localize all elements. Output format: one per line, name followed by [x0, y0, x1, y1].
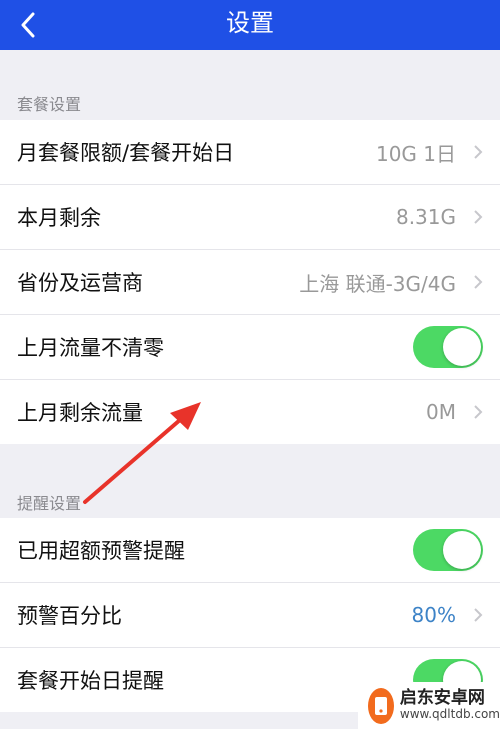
row-title: 月套餐限额/套餐开始日	[17, 141, 235, 165]
row-title: 省份及运营商	[17, 271, 143, 295]
row-value: 上海 联通-3G/4G	[299, 271, 456, 296]
row-title: 预警百分比	[17, 604, 122, 628]
rollover-toggle[interactable]	[413, 326, 483, 368]
watermark-logo-icon	[368, 687, 394, 724]
toggle-knob	[443, 531, 481, 569]
watermark-name: 启东安卓网	[399, 688, 485, 709]
toggle-knob	[443, 328, 481, 366]
nav-bar: 设置	[0, 0, 500, 50]
row-value: 10G 1日	[375, 141, 456, 166]
chevron-right-icon	[474, 275, 483, 289]
chevron-right-icon	[474, 145, 483, 159]
section-label-plan: 套餐设置	[17, 95, 82, 114]
row-value: 80%	[411, 603, 456, 627]
chevron-right-icon	[474, 405, 483, 419]
row-rollover-toggle: 上月流量不清零	[0, 315, 500, 380]
row-title: 套餐开始日提醒	[17, 669, 164, 693]
chevron-right-icon	[474, 608, 483, 622]
watermark: 启东安卓网 www.qdltdb.com	[358, 682, 500, 729]
row-value: 8.31G	[395, 205, 456, 229]
watermark-url: www.qdltdb.com	[399, 707, 500, 722]
row-alert-percentage[interactable]: 预警百分比 80%	[0, 583, 500, 648]
section-label-reminder: 提醒设置	[17, 494, 82, 513]
chevron-right-icon	[474, 210, 483, 224]
row-province-carrier[interactable]: 省份及运营商 上海 联通-3G/4G	[0, 250, 500, 315]
row-title: 上月剩余流量	[17, 401, 143, 425]
row-value: 0M	[426, 400, 456, 424]
row-title: 本月剩余	[17, 206, 101, 230]
row-monthly-limit[interactable]: 月套餐限额/套餐开始日 10G 1日	[0, 120, 500, 185]
row-remaining-this-month[interactable]: 本月剩余 8.31G	[0, 185, 500, 250]
row-last-month-remaining[interactable]: 上月剩余流量 0M	[0, 380, 500, 444]
plan-settings-group: 月套餐限额/套餐开始日 10G 1日 本月剩余 8.31G 省份及运营商 上海 …	[0, 120, 500, 444]
row-overuse-alert-toggle: 已用超额预警提醒	[0, 518, 500, 583]
row-title: 已用超额预警提醒	[17, 539, 185, 563]
overuse-alert-toggle[interactable]	[413, 529, 483, 571]
row-title: 上月流量不清零	[17, 336, 164, 360]
page-title: 设置	[226, 9, 274, 37]
